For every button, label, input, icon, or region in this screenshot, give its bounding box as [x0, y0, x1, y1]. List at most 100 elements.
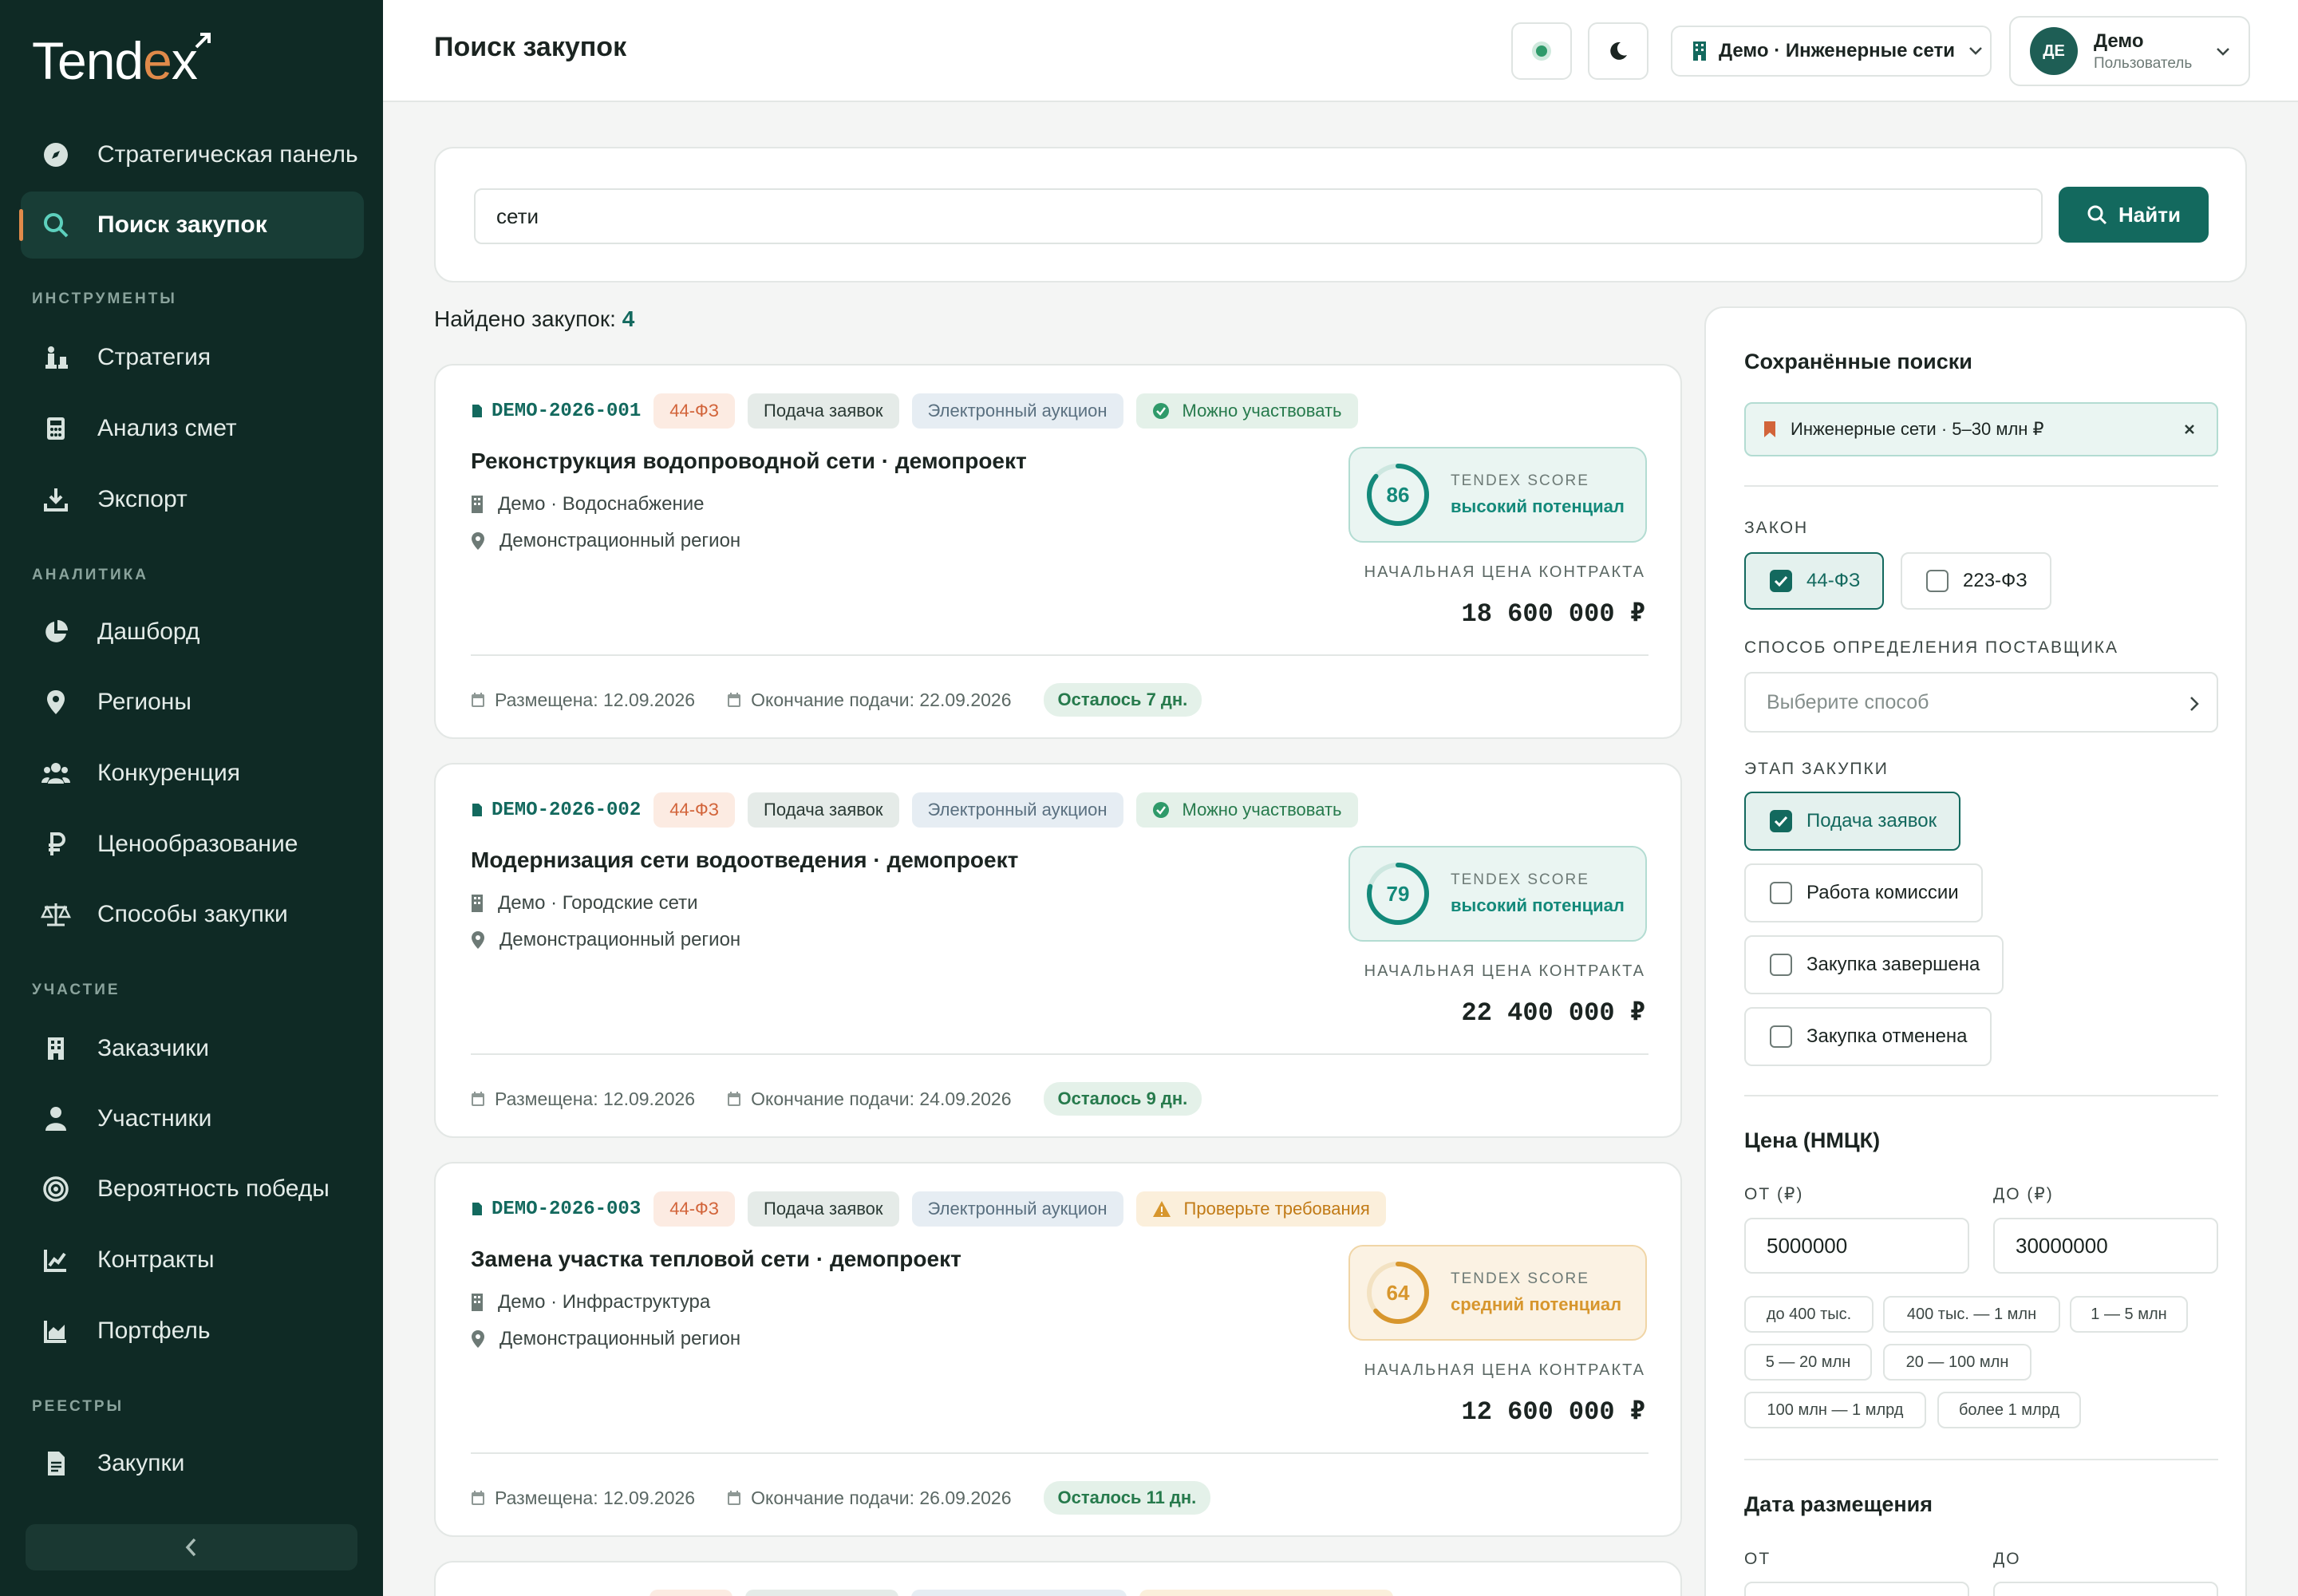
moon-icon	[1607, 40, 1629, 62]
theme-toggle-button[interactable]	[1588, 22, 1648, 80]
deadline-date: Окончание подачи: 24.09.2026	[727, 1088, 1012, 1110]
tender-card[interactable]: DEMO-2026-002 44-ФЗ Подача заявок Электр…	[434, 763, 1682, 1138]
stage-caption: ЭТАП ЗАКУПКИ	[1744, 760, 1889, 778]
tender-card-partial[interactable]	[434, 1561, 1682, 1596]
nav-item-dashboard[interactable]: Дашборд	[21, 598, 364, 666]
map-pin-icon	[472, 532, 484, 550]
collapse-sidebar-button[interactable]	[26, 1524, 357, 1570]
check-circle-icon	[1152, 403, 1169, 419]
building-icon	[472, 496, 483, 513]
tender-tags: DEMO-2026-002 44-ФЗ Подача заявок Электр…	[471, 792, 1371, 828]
nav-item-customers[interactable]: Заказчики	[21, 1015, 364, 1082]
nav-item-participants[interactable]: Участники	[21, 1085, 364, 1152]
search-icon	[40, 209, 72, 241]
tender-title[interactable]: Реконструкция водопроводной сети · демоп…	[471, 448, 1027, 474]
nav-item-export[interactable]: Экспорт	[21, 466, 364, 533]
method-badge: Электронный аукцион	[911, 1191, 1123, 1227]
customer: Демо · Водоснабжение	[471, 493, 704, 516]
region-name: Демонстрационный регион	[499, 530, 741, 551]
tender-title[interactable]: Замена участка тепловой сети · демопроек…	[471, 1246, 961, 1272]
method-select[interactable]: Выберите способ	[1744, 672, 2218, 733]
filter-stage-commission[interactable]: Работа комиссии	[1744, 863, 1983, 922]
compass-icon	[40, 139, 72, 171]
nav-item-strategic-panel[interactable]: Стратегическая панель	[21, 121, 364, 188]
organization-select[interactable]: Демо · Инженерные сети	[1671, 26, 1992, 77]
nav-label: Способы закупки	[97, 901, 288, 927]
nav-item-purchases[interactable]: Закупки	[21, 1430, 364, 1497]
price-from-input[interactable]	[1744, 1218, 1969, 1274]
filter-law-223fz[interactable]: 223-ФЗ	[1901, 552, 2051, 610]
filter-stage-cancelled[interactable]: Закупка отменена	[1744, 1007, 1992, 1066]
status-dot-icon	[1530, 40, 1553, 62]
nav-item-estimates[interactable]: Анализ смет	[21, 395, 364, 462]
filter-law-44fz[interactable]: 44-ФЗ	[1744, 552, 1885, 610]
tender-card[interactable]: DEMO-2026-003 44-ФЗ Подача заявок Электр…	[434, 1162, 1682, 1537]
tender-card[interactable]: DEMO-2026-001 44-ФЗ Подача заявок Электр…	[434, 364, 1682, 739]
price-chip[interactable]: до 400 тыс.	[1744, 1296, 1874, 1333]
search-button[interactable]: Найти	[2059, 187, 2209, 243]
map-pin-icon	[40, 686, 72, 718]
calculator-icon	[40, 413, 72, 444]
saved-search-item[interactable]: Инженерные сети · 5–30 млн ₽	[1744, 402, 2218, 456]
price-to-input[interactable]	[1993, 1218, 2218, 1274]
method-placeholder: Выберите способ	[1767, 690, 1929, 713]
nav-label: Стратегическая панель	[97, 141, 358, 168]
divider	[1744, 485, 2218, 487]
tendex-score: 86 TENDEX SCORE высокий потенциал	[1348, 447, 1647, 543]
deadline-text: Окончание подачи: 26.09.2026	[751, 1487, 1012, 1508]
divider	[471, 1053, 1648, 1055]
score-ring: 86	[1367, 464, 1429, 526]
tender-title[interactable]: Модернизация сети водоотведения · демопр…	[471, 847, 1018, 873]
scales-icon	[40, 899, 72, 930]
building-icon	[472, 895, 483, 912]
chevron-down-icon	[1968, 45, 1984, 57]
sidebar: Tend e x Стратегическая панель Поиск закуп…	[0, 0, 383, 1596]
price-chip[interactable]: более 1 млрд	[1937, 1392, 2081, 1428]
filter-stage-applications[interactable]: Подача заявок	[1744, 792, 1961, 851]
score-label: средний потенциал	[1451, 1294, 1622, 1314]
date-from-caption: ОТ	[1744, 1550, 1771, 1568]
price-chip[interactable]: 400 тыс. — 1 млн	[1883, 1296, 2060, 1333]
nav-item-contracts[interactable]: Контракты	[21, 1227, 364, 1294]
posted-text: Размещена: 12.09.2026	[495, 689, 696, 710]
tender-id[interactable]: DEMO-2026-001	[471, 401, 641, 422]
tender-id-text: DEMO-2026-003	[492, 1198, 642, 1220]
users-icon	[40, 757, 72, 789]
contract-chart-icon	[40, 1244, 72, 1276]
close-icon[interactable]	[2178, 418, 2201, 440]
status-button[interactable]	[1511, 22, 1572, 80]
download-icon	[40, 484, 72, 516]
score-value: 64	[1387, 1281, 1410, 1305]
logo-arrow-icon	[195, 33, 211, 49]
tender-id[interactable]: DEMO-2026-002	[471, 800, 641, 821]
price-chip[interactable]: 5 — 20 млн	[1744, 1344, 1872, 1381]
user-menu[interactable]: ДЕ Демо Пользователь	[2009, 16, 2250, 86]
nav-item-competition[interactable]: Конкуренция	[21, 740, 364, 807]
tender-id-text: DEMO-2026-001	[492, 400, 642, 422]
price-chip[interactable]: 100 млн — 1 млрд	[1744, 1392, 1926, 1428]
filter-stage-completed[interactable]: Закупка завершена	[1744, 935, 2004, 994]
search-icon	[2087, 204, 2107, 225]
contract-price: 18 600 000 ₽	[1461, 599, 1646, 629]
price-chip[interactable]: 1 — 5 млн	[2070, 1296, 2188, 1333]
chevron-right-icon	[2190, 697, 2199, 711]
date-to-input[interactable]	[1993, 1582, 2218, 1596]
nav-section-analytics: АНАЛИТИКА	[32, 567, 148, 583]
nav-item-pricing[interactable]: Ценообразование	[21, 811, 364, 878]
search-input[interactable]	[474, 188, 2043, 244]
nav-item-portfolio[interactable]: Портфель	[21, 1298, 364, 1365]
filter-label: Подача заявок	[1806, 810, 1937, 832]
results-count: Найдено закупок: 4	[434, 306, 634, 332]
nav-item-search[interactable]: Поиск закупок	[19, 192, 364, 259]
nav-item-win-probability[interactable]: Вероятность победы	[21, 1156, 364, 1223]
price-chip[interactable]: 20 — 100 млн	[1883, 1344, 2031, 1381]
logo[interactable]: Tend e x	[32, 30, 211, 91]
tender-id[interactable]: DEMO-2026-003	[471, 1199, 641, 1220]
posted-date: Размещена: 12.09.2026	[471, 1487, 695, 1509]
nav-item-strategy[interactable]: Стратегия	[21, 324, 364, 391]
price-to-caption: ДО (₽)	[1993, 1185, 2054, 1203]
nav-item-regions[interactable]: Регионы	[21, 669, 364, 736]
tender-tags: DEMO-2026-001 44-ФЗ Подача заявок Электр…	[471, 393, 1371, 429]
date-from-input[interactable]	[1744, 1582, 1969, 1596]
nav-item-methods[interactable]: Способы закупки	[21, 881, 364, 948]
